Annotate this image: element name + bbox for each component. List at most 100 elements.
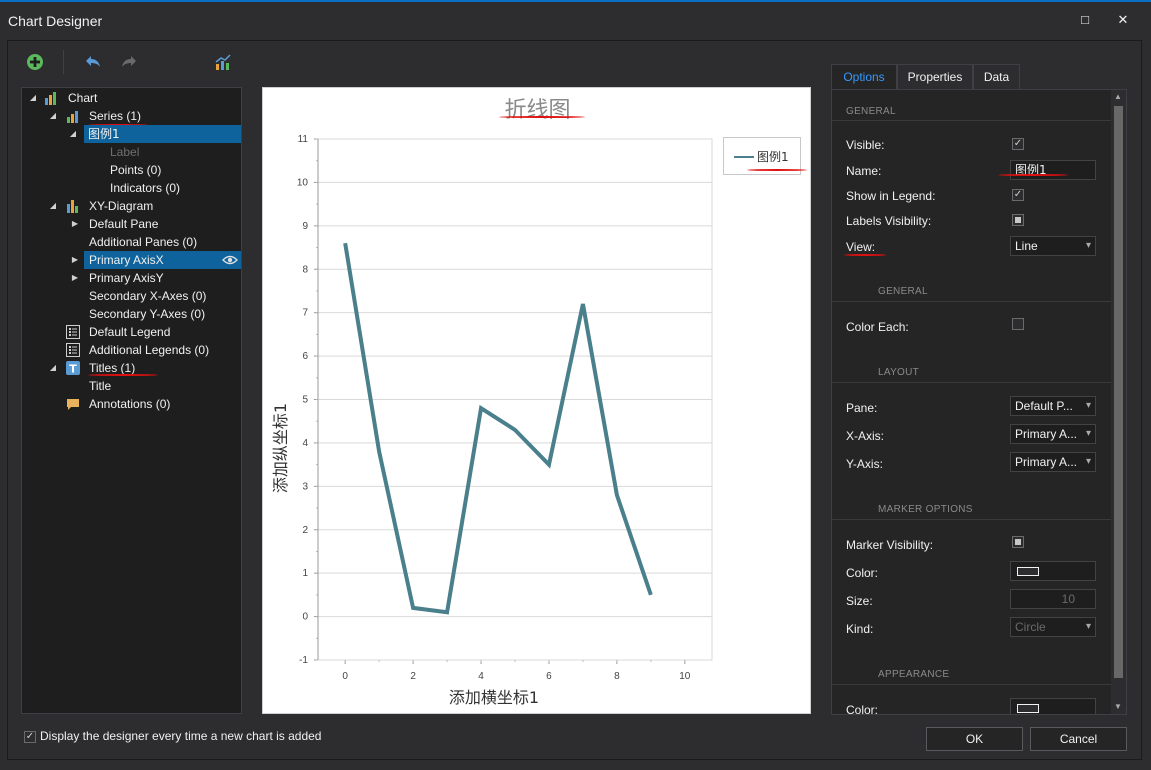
name-field[interactable]: 图例1 bbox=[1010, 160, 1096, 180]
close-button[interactable]: ✕ bbox=[1115, 12, 1131, 28]
diagram-node-icon bbox=[67, 200, 78, 213]
tab-data[interactable]: Data bbox=[973, 64, 1020, 90]
expand-arrow-icon[interactable]: ◢ bbox=[68, 125, 78, 143]
section-divider bbox=[832, 301, 1112, 302]
marker-kind-dropdown[interactable]: Circle bbox=[1010, 617, 1096, 637]
cancel-button[interactable]: Cancel bbox=[1030, 727, 1127, 751]
scroll-up-arrow-icon[interactable]: ▲ bbox=[1114, 92, 1122, 101]
redo-button[interactable] bbox=[119, 52, 139, 72]
scroll-thumb[interactable] bbox=[1114, 106, 1123, 678]
tree-item-series[interactable]: ◢ Series (1) bbox=[22, 107, 241, 125]
x-tick-label: 0 bbox=[342, 671, 348, 682]
visible-label: Visible: bbox=[846, 138, 885, 152]
view-label: View: bbox=[846, 240, 876, 254]
tree-item-primary-axis-y[interactable]: ▶ Primary AxisY bbox=[22, 269, 241, 287]
color-each-checkbox[interactable] bbox=[1012, 318, 1024, 330]
section-header-general: GENERAL bbox=[846, 106, 896, 117]
y-axis-title[interactable]: 添加纵坐标1 bbox=[267, 403, 291, 493]
labels-visibility-checkbox[interactable] bbox=[1012, 214, 1024, 226]
chart-wizard-button[interactable] bbox=[213, 52, 233, 72]
x-axis-title[interactable]: 添加横坐标1 bbox=[263, 684, 725, 708]
tree-item-additional-panes[interactable]: Additional Panes (0) bbox=[22, 233, 241, 251]
show-in-legend-label: Show in Legend: bbox=[846, 189, 936, 203]
options-panel: GENERAL Visible: ✓ Name: 图例1 Show in Leg… bbox=[831, 89, 1127, 715]
tree-label: XY-Diagram bbox=[89, 199, 154, 213]
show-designer-checkbox[interactable]: ✓ bbox=[24, 731, 36, 743]
y-tick-label: 9 bbox=[302, 221, 308, 232]
tree-label: Secondary Y-Axes (0) bbox=[89, 307, 206, 321]
marker-color-picker[interactable] bbox=[1010, 561, 1096, 581]
tree-item-title[interactable]: Title bbox=[22, 377, 241, 395]
tree-item-points[interactable]: Points (0) bbox=[22, 161, 241, 179]
color-swatch bbox=[1017, 567, 1039, 576]
tab-properties[interactable]: Properties bbox=[897, 64, 973, 90]
show-in-legend-checkbox[interactable]: ✓ bbox=[1012, 189, 1024, 201]
y-tick-label: 7 bbox=[302, 308, 308, 319]
tab-options[interactable]: Options bbox=[831, 64, 897, 90]
pane-dropdown[interactable]: Default P... bbox=[1010, 396, 1096, 416]
tree-item-indicators[interactable]: Indicators (0) bbox=[22, 179, 241, 197]
appearance-color-picker[interactable] bbox=[1010, 698, 1096, 714]
legend-line-marker bbox=[734, 156, 754, 158]
y-tick-label: -1 bbox=[299, 655, 308, 666]
collapsed-arrow-icon[interactable]: ▶ bbox=[70, 269, 80, 287]
marker-visibility-checkbox[interactable] bbox=[1012, 536, 1024, 548]
chart-preview[interactable]: 折线图 -1 0 1 2 3 4 5 6 7 8 9 10 11 0 2 4 6 8 10 图例1 添加纵坐标1 添… bbox=[262, 87, 811, 714]
title-bar: Chart Designer □ ✕ bbox=[0, 2, 1151, 38]
red-annotation-mark bbox=[747, 169, 807, 171]
expand-arrow-icon[interactable]: ◢ bbox=[48, 107, 58, 125]
chart-icon bbox=[215, 54, 231, 70]
tree-item-secondary-y-axes[interactable]: Secondary Y-Axes (0) bbox=[22, 305, 241, 323]
x-tick-label: 10 bbox=[679, 671, 691, 682]
maximize-button[interactable]: □ bbox=[1077, 12, 1093, 28]
collapsed-arrow-icon[interactable]: ▶ bbox=[70, 215, 80, 233]
tree-item-secondary-x-axes[interactable]: Secondary X-Axes (0) bbox=[22, 287, 241, 305]
y-tick-label: 8 bbox=[302, 264, 308, 275]
x-tick-label: 8 bbox=[614, 671, 620, 682]
marker-color-label: Color: bbox=[846, 566, 879, 580]
window-title: Chart Designer bbox=[8, 13, 103, 29]
marker-visibility-label: Marker Visibility: bbox=[846, 538, 934, 552]
y-tick-label: 10 bbox=[297, 177, 309, 188]
tree-label: Secondary X-Axes (0) bbox=[89, 289, 207, 303]
scroll-down-arrow-icon[interactable]: ▼ bbox=[1114, 702, 1122, 711]
options-scrollbar[interactable]: ▲ ▼ bbox=[1111, 90, 1126, 714]
y-axis-label: Y-Axis: bbox=[846, 457, 883, 471]
tree-item-additional-legends[interactable]: Additional Legends (0) bbox=[22, 341, 241, 359]
tree-item-label[interactable]: Label bbox=[22, 143, 241, 161]
section-header-marker-options: MARKER OPTIONS bbox=[878, 504, 973, 515]
tree-label: 图例1 bbox=[88, 127, 120, 141]
tree-item-series-item[interactable]: ◢ 图例1 bbox=[70, 125, 241, 143]
tree-item-chart[interactable]: ◢ Chart bbox=[22, 89, 241, 107]
visible-checkbox[interactable]: ✓ bbox=[1012, 138, 1024, 150]
tree-item-annotations[interactable]: Annotations (0) bbox=[22, 395, 241, 413]
tree-label: Title bbox=[89, 379, 112, 393]
expand-arrow-icon[interactable]: ◢ bbox=[48, 359, 58, 377]
collapsed-arrow-icon[interactable]: ▶ bbox=[70, 251, 80, 269]
section-header-appearance: APPEARANCE bbox=[878, 669, 950, 680]
expand-arrow-icon[interactable]: ◢ bbox=[48, 197, 58, 215]
tree-item-diagram[interactable]: ◢ XY-Diagram bbox=[22, 197, 241, 215]
red-annotation-mark bbox=[844, 254, 886, 256]
tree-item-default-legend[interactable]: Default Legend bbox=[22, 323, 241, 341]
chart-element-tree[interactable]: ◢ Chart ◢ Series (1) ◢ 图例1 Label Points … bbox=[21, 87, 242, 714]
view-dropdown[interactable]: Line bbox=[1010, 236, 1096, 256]
x-axis-dropdown[interactable]: Primary A... bbox=[1010, 424, 1096, 444]
ok-button[interactable]: OK bbox=[926, 727, 1023, 751]
tree-item-default-pane[interactable]: ▶ Default Pane bbox=[22, 215, 241, 233]
pane-label: Pane: bbox=[846, 401, 878, 415]
undo-button[interactable] bbox=[83, 52, 103, 72]
expand-arrow-icon[interactable]: ◢ bbox=[28, 89, 38, 107]
visibility-eye-icon[interactable] bbox=[222, 254, 238, 266]
tree-label: Label bbox=[110, 145, 140, 159]
y-tick-label: 3 bbox=[302, 481, 308, 492]
red-annotation-mark bbox=[88, 374, 158, 376]
x-tick-label: 6 bbox=[546, 671, 552, 682]
line-chart[interactable]: -1 0 1 2 3 4 5 6 7 8 9 10 11 0 2 4 6 8 10 bbox=[263, 88, 812, 715]
marker-size-spinner[interactable]: 10 bbox=[1010, 589, 1096, 609]
tree-item-primary-axis-x[interactable]: ▶ Primary AxisX bbox=[72, 251, 241, 269]
y-axis-dropdown[interactable]: Primary A... bbox=[1010, 452, 1096, 472]
add-button[interactable] bbox=[25, 52, 45, 72]
tree-label: Indicators (0) bbox=[110, 181, 181, 195]
svg-text:T: T bbox=[69, 363, 77, 376]
